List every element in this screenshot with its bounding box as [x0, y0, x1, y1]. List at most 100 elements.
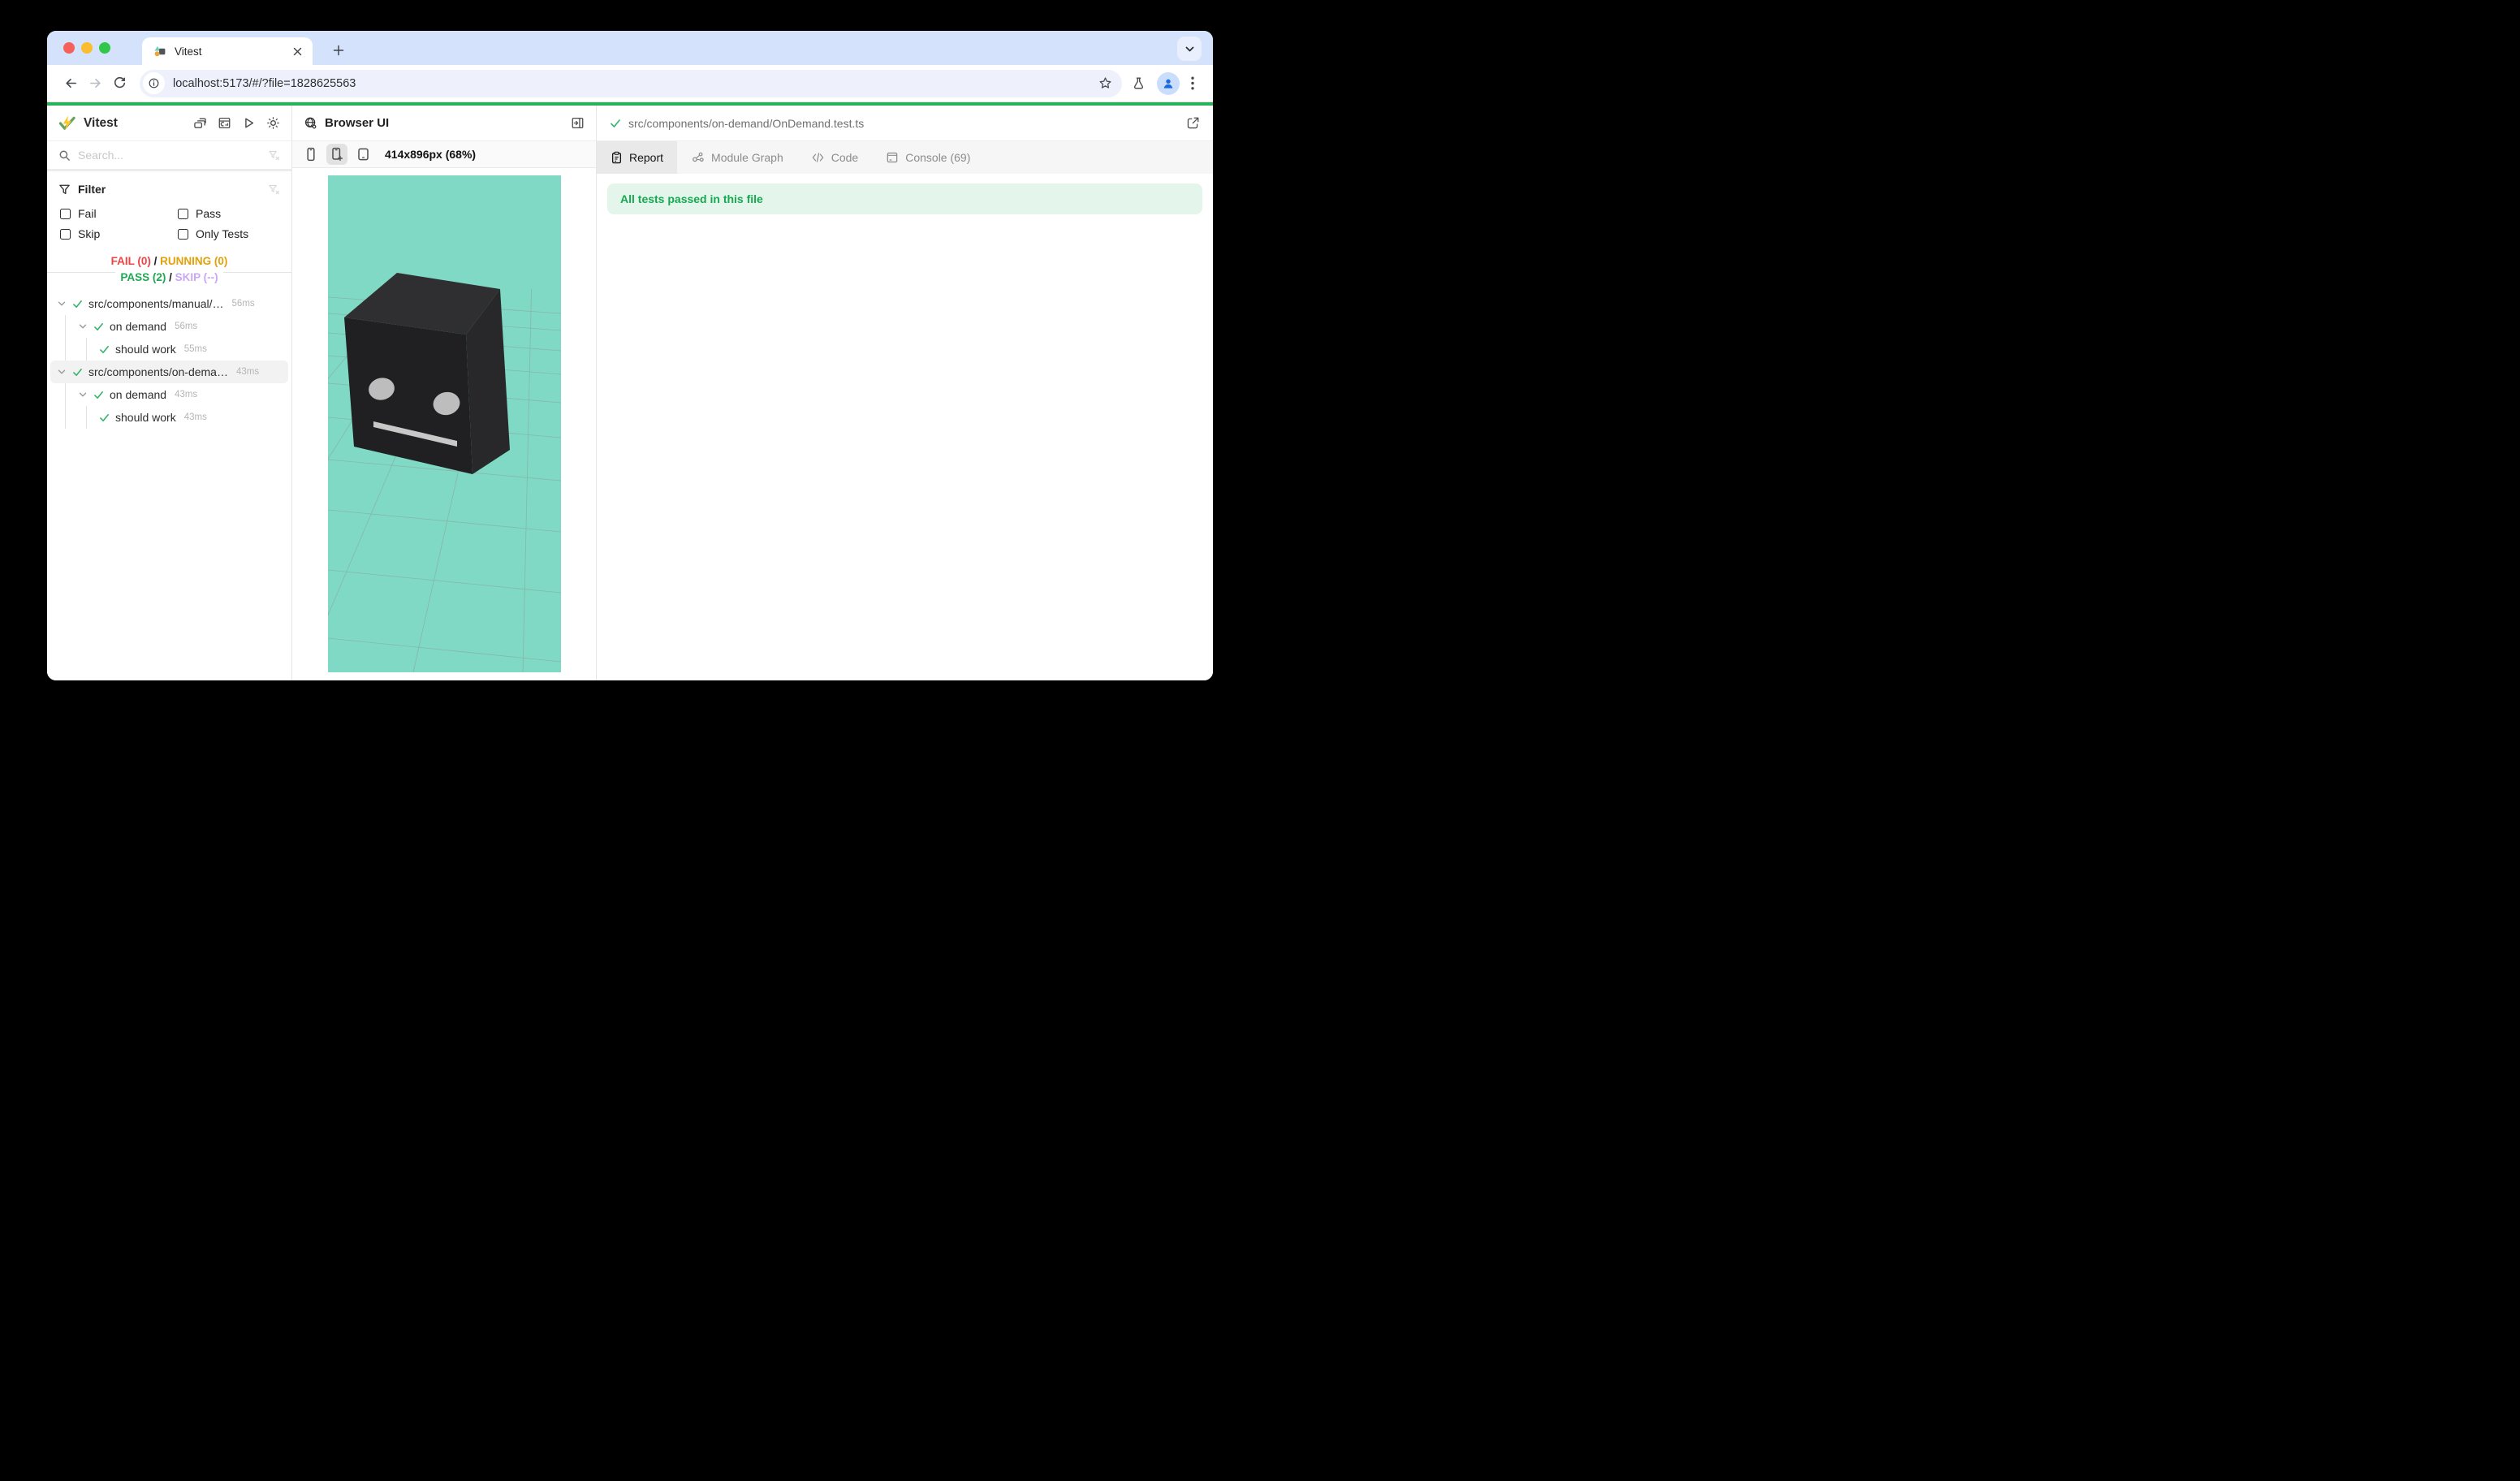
sidebar-header: Vitest: [47, 106, 291, 141]
pass-check-icon: [93, 322, 104, 332]
test-duration: 43ms: [175, 390, 197, 399]
robot-cube: [344, 273, 510, 474]
site-info-icon[interactable]: [143, 72, 165, 94]
checkbox[interactable]: [178, 209, 188, 219]
sidebar-actions: [193, 116, 280, 130]
chevron-down-icon[interactable]: [57, 367, 67, 377]
tree-row-suite[interactable]: on demand 43ms: [47, 383, 291, 406]
forward-icon[interactable]: [83, 71, 107, 96]
chevron-down-icon[interactable]: [78, 322, 88, 331]
refresh-icon[interactable]: [107, 71, 132, 96]
tab-console[interactable]: Console (69): [872, 141, 984, 174]
viewport-size-label: 414x896px (68%): [385, 148, 476, 161]
toolbar-actions: [1132, 72, 1194, 95]
report-clipboard-icon: [611, 151, 623, 164]
test-file-path: src/components/on-demand/OnDemand.test.t…: [628, 117, 1179, 130]
bookmark-star-icon[interactable]: [1094, 73, 1115, 94]
tree-row-test[interactable]: should work 55ms: [47, 338, 291, 361]
test-duration: 43ms: [236, 367, 259, 377]
filter-title: Filter: [78, 183, 261, 196]
vitest-logo-icon: [58, 114, 76, 132]
filter-label: Skip: [78, 227, 100, 240]
skip-count: SKIP (--): [175, 271, 218, 283]
tab-report[interactable]: Report: [597, 141, 677, 174]
url-text[interactable]: localhost:5173/#/?file=1828625563: [173, 77, 1094, 90]
filter-checkbox-pass[interactable]: Pass: [178, 207, 280, 220]
minimize-window-button[interactable]: [81, 42, 93, 54]
profile-avatar[interactable]: [1157, 72, 1180, 95]
device-toolbar: 414x896px (68%): [292, 141, 596, 168]
search-row: [47, 141, 291, 169]
chevron-down-icon[interactable]: [78, 390, 88, 399]
report-header: src/components/on-demand/OnDemand.test.t…: [597, 106, 1213, 141]
experiments-flask-icon[interactable]: [1132, 76, 1146, 90]
pass-check-icon: [72, 299, 83, 309]
device-mobile-plus-icon[interactable]: [326, 144, 347, 165]
new-tab-button[interactable]: [327, 39, 350, 62]
checkbox[interactable]: [60, 229, 71, 240]
filter-options: Fail Pass Skip Only Tests: [60, 207, 280, 240]
pass-check-icon: [99, 344, 110, 355]
checkbox[interactable]: [178, 229, 188, 240]
run-all-icon[interactable]: [242, 116, 256, 130]
report-panel: src/components/on-demand/OnDemand.test.t…: [597, 106, 1213, 680]
tab-label: Report: [629, 151, 663, 164]
globe-icon: [304, 116, 317, 130]
app-title: Vitest: [84, 116, 187, 131]
test-tree: src/components/manual/… 56ms on demand 5…: [47, 286, 291, 680]
open-external-icon[interactable]: [1186, 116, 1200, 130]
test-label: on demand: [110, 320, 166, 333]
clear-search-filter-icon[interactable]: [268, 149, 280, 162]
device-tablet-icon[interactable]: [352, 144, 373, 165]
test-label: should work: [115, 343, 176, 356]
menu-dots-icon[interactable]: [1191, 76, 1194, 90]
filter-label: Pass: [196, 207, 221, 220]
tree-row-file[interactable]: src/components/manual/… 56ms: [47, 292, 291, 315]
preview-header: Browser UI: [292, 106, 596, 141]
tab-search-chevron-icon[interactable]: [1177, 37, 1202, 61]
module-graph-icon: [691, 151, 705, 164]
all-tests-passed-banner: All tests passed in this file: [607, 184, 1202, 214]
browser-tab[interactable]: Vitest: [142, 37, 313, 65]
file-pass-check-icon: [610, 118, 621, 129]
viewport-area: [292, 168, 596, 680]
close-tab-icon[interactable]: [290, 44, 304, 58]
address-bar[interactable]: localhost:5173/#/?file=1828625563: [140, 70, 1122, 97]
tab-strip: Vitest: [47, 31, 1213, 65]
tab-label: Code: [831, 151, 858, 164]
filter-checkbox-skip[interactable]: Skip: [60, 227, 178, 240]
pass-check-icon: [72, 367, 83, 378]
tree-row-test[interactable]: should work 43ms: [47, 406, 291, 429]
favicon: [153, 45, 166, 58]
collapse-tests-icon[interactable]: [193, 116, 207, 130]
back-icon[interactable]: [58, 71, 83, 96]
zoom-window-button[interactable]: [99, 42, 110, 54]
filter-checkbox-fail[interactable]: Fail: [60, 207, 178, 220]
test-label: should work: [115, 411, 176, 424]
search-input[interactable]: [78, 149, 261, 162]
theme-toggle-sun-icon[interactable]: [266, 116, 280, 130]
filter-checkbox-only-tests[interactable]: Only Tests: [178, 227, 280, 240]
filter-section: Filter Fail Pass Skip Only Tests: [47, 171, 291, 240]
checkbox[interactable]: [60, 209, 71, 219]
chevron-down-icon[interactable]: [57, 299, 67, 309]
tested-app-iframe[interactable]: [328, 175, 561, 672]
tab-code[interactable]: Code: [797, 141, 872, 174]
tree-row-file-selected[interactable]: src/components/on-dema… 43ms: [50, 361, 288, 383]
test-duration: 55ms: [184, 344, 207, 354]
tab-module-graph[interactable]: Module Graph: [677, 141, 797, 174]
dashboard-icon[interactable]: [218, 116, 231, 130]
funnel-icon: [58, 184, 71, 196]
test-duration: 56ms: [175, 322, 197, 331]
close-window-button[interactable]: [63, 42, 75, 54]
clear-filters-icon[interactable]: [268, 184, 280, 196]
code-icon: [811, 152, 825, 163]
device-mobile-small-icon[interactable]: [300, 144, 321, 165]
tab-title: Vitest: [175, 45, 290, 58]
test-duration: 43ms: [184, 412, 207, 422]
tree-row-suite[interactable]: on demand 56ms: [47, 315, 291, 338]
report-content: All tests passed in this file: [597, 174, 1213, 680]
tab-label: Console (69): [905, 151, 970, 164]
dock-panel-right-icon[interactable]: [571, 116, 585, 130]
filter-label: Only Tests: [196, 227, 248, 240]
